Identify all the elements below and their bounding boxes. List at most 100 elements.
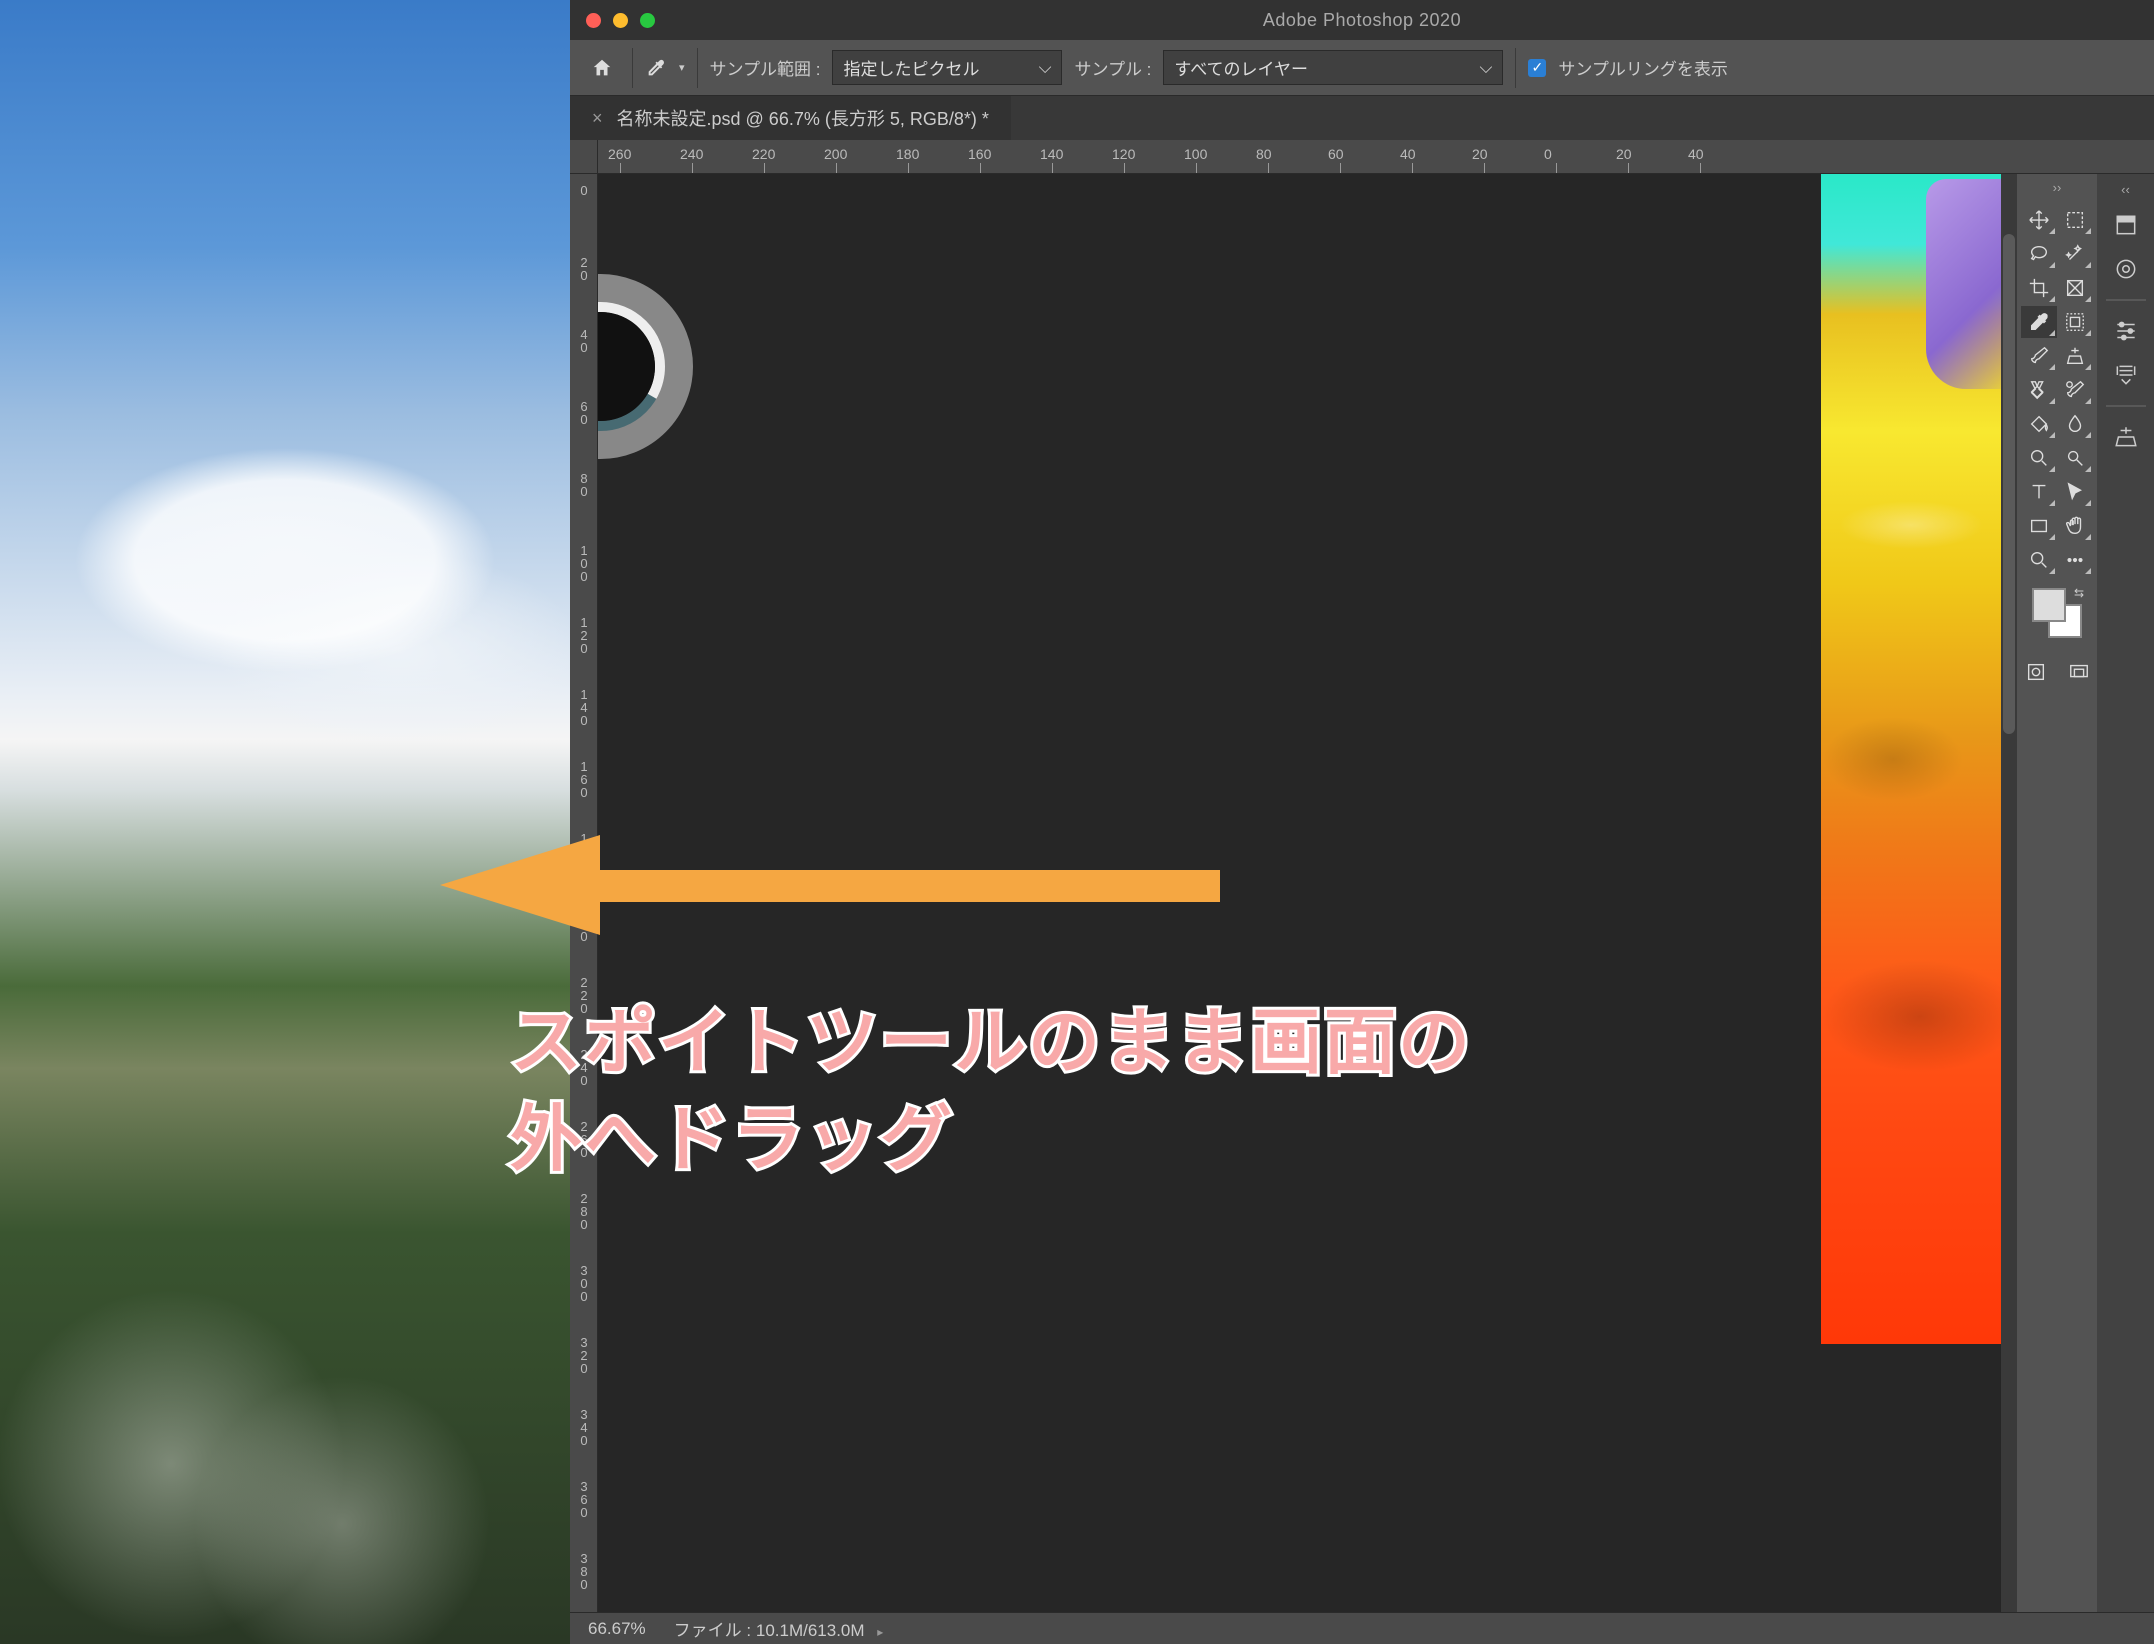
show-sample-ring-checkbox[interactable]: ✓	[1528, 59, 1546, 77]
tools-panel: ›› ⇆	[2017, 174, 2097, 1612]
canvas-image	[1821, 174, 2001, 1344]
marquee-tool[interactable]	[2057, 204, 2093, 236]
sample-size-dropdown[interactable]: 指定したピクセル⌵	[832, 50, 1062, 85]
ruler-tick: 100	[573, 544, 595, 583]
panel-layers-icon[interactable]	[2106, 205, 2146, 245]
ruler-tick: 160	[573, 760, 595, 799]
ruler-tick: 40	[573, 328, 595, 354]
brush-tool[interactable]	[2021, 340, 2057, 372]
spot-heal-tool[interactable]	[2021, 374, 2057, 406]
tool-preset-dropdown[interactable]: ▾	[679, 61, 685, 74]
document-tab[interactable]: × 名称未設定.psd @ 66.7% (長方形 5, RGB/8*) *	[570, 96, 1011, 140]
ruler-tick: 220	[573, 976, 595, 1015]
ruler-tick: 80	[573, 472, 595, 498]
ruler-tick: 100	[1184, 146, 1207, 162]
show-sample-ring-label: サンプルリングを表示	[1558, 55, 1728, 80]
window-zoom-button[interactable]	[640, 13, 655, 28]
ruler-tick: 20	[1472, 146, 1488, 162]
ruler-tick: 320	[573, 1336, 595, 1375]
home-button[interactable]	[584, 50, 620, 86]
collapse-tools-button[interactable]: ››	[2021, 180, 2093, 198]
ruler-tick: 240	[680, 146, 703, 162]
paint-bucket-tool[interactable]	[2021, 408, 2057, 440]
ruler-tick: 180	[573, 832, 595, 871]
hand-tool[interactable]	[2057, 510, 2093, 542]
ruler-tick: 360	[573, 1480, 595, 1519]
app-title: Adobe Photoshop 2020	[1263, 10, 1461, 31]
ruler-tick: 220	[752, 146, 775, 162]
window-minimize-button[interactable]	[613, 13, 628, 28]
eyedropper-icon	[645, 57, 667, 79]
document-tab-title: 名称未設定.psd @ 66.7% (長方形 5, RGB/8*) *	[617, 105, 989, 131]
ruler-tick: 280	[573, 1192, 595, 1231]
color-swatches[interactable]: ⇆	[2032, 588, 2082, 638]
panel-color-icon[interactable]	[2106, 311, 2146, 351]
blur-tool[interactable]	[2057, 408, 2093, 440]
ruler-tick: 340	[573, 1408, 595, 1447]
window-close-button[interactable]	[586, 13, 601, 28]
vertical-scrollbar[interactable]	[2001, 174, 2017, 1612]
ruler-tick: 300	[573, 1264, 595, 1303]
quickmask-button[interactable]	[2021, 656, 2050, 688]
ruler-tick: 20	[1616, 146, 1632, 162]
ruler-tick: 260	[573, 1120, 595, 1159]
dodge-tool[interactable]	[2057, 442, 2093, 474]
ruler-tick: 40	[1688, 146, 1704, 162]
more-tool[interactable]	[2057, 544, 2093, 576]
ruler-tick: 60	[573, 400, 595, 426]
photoshop-window: Adobe Photoshop 2020 ▾ サンプル範囲 : 指定したピクセル…	[570, 0, 2154, 1644]
magic-wand-tool[interactable]	[2057, 238, 2093, 270]
ruler-tick: 140	[573, 688, 595, 727]
frame-select-tool[interactable]	[2057, 306, 2093, 338]
ruler-tick: 120	[1112, 146, 1135, 162]
ruler-tick: 0	[573, 184, 595, 197]
ruler-vertical[interactable]: 0204060801001201401601802002202402602803…	[570, 174, 598, 1612]
panel-swatches-icon[interactable]	[2106, 355, 2146, 395]
ruler-tick: 140	[1040, 146, 1063, 162]
eyedropper-tool[interactable]	[2021, 306, 2057, 338]
path-select-tool[interactable]	[2057, 476, 2093, 508]
status-file-value: 10.1M/613.0M	[756, 1621, 865, 1640]
close-tab-button[interactable]: ×	[592, 108, 603, 129]
document-tab-row: × 名称未設定.psd @ 66.7% (長方形 5, RGB/8*) *	[570, 96, 2154, 140]
ruler-tick: 200	[824, 146, 847, 162]
ruler-tick: 0	[1544, 146, 1552, 162]
status-bar: 66.67% ファイル : 10.1M/613.0M	[570, 1612, 2154, 1644]
titlebar: Adobe Photoshop 2020	[570, 0, 2154, 40]
ruler-horizontal[interactable]: 2602402202001801601401201008060402002040	[570, 140, 2154, 174]
status-file-label: ファイル :	[674, 1621, 751, 1640]
foreground-color-swatch[interactable]	[2032, 588, 2066, 622]
history-brush-tool[interactable]	[2057, 374, 2093, 406]
rectangle-tool[interactable]	[2021, 510, 2057, 542]
sample-layer-dropdown[interactable]: すべてのレイヤー⌵	[1163, 50, 1503, 85]
sample-size-label: サンプル範囲 :	[710, 55, 821, 80]
type-tool[interactable]	[2021, 476, 2057, 508]
ruler-tick: 200	[573, 904, 595, 943]
ruler-tick: 80	[1256, 146, 1272, 162]
options-bar: ▾ サンプル範囲 : 指定したピクセル⌵ サンプル : すべてのレイヤー⌵ ✓ …	[570, 40, 2154, 96]
ruler-tick: 20	[573, 256, 595, 282]
ruler-tick: 260	[608, 146, 631, 162]
screenmode-button[interactable]	[2064, 656, 2093, 688]
ruler-tick: 240	[573, 1048, 595, 1087]
ruler-tick: 40	[1400, 146, 1416, 162]
clone-stamp-tool[interactable]	[2057, 340, 2093, 372]
sample-layer-label: サンプル :	[1074, 55, 1151, 80]
zoom-level[interactable]: 66.67%	[588, 1619, 646, 1639]
canvas-area[interactable]	[598, 174, 2001, 1612]
eyedropper-sample-ring	[598, 274, 693, 459]
panel-stamps-icon[interactable]	[2106, 417, 2146, 457]
collapse-dock-button[interactable]: ‹‹	[2121, 182, 2130, 197]
panel-dock: ‹‹	[2097, 174, 2154, 1612]
zoom-tool[interactable]	[2021, 442, 2057, 474]
ruler-tick: 160	[968, 146, 991, 162]
swap-colors-button[interactable]: ⇆	[2074, 586, 2084, 600]
crop-tool[interactable]	[2021, 272, 2057, 304]
ruler-tick: 60	[1328, 146, 1344, 162]
panel-channels-icon[interactable]	[2106, 249, 2146, 289]
magnify-tool[interactable]	[2021, 544, 2057, 576]
lasso-tool[interactable]	[2021, 238, 2057, 270]
move-tool[interactable]	[2021, 204, 2057, 236]
frame-tool[interactable]	[2057, 272, 2093, 304]
ruler-tick: 380	[573, 1552, 595, 1591]
